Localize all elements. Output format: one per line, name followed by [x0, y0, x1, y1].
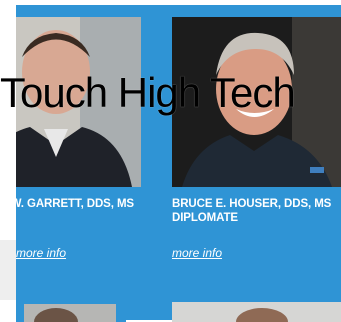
doctor-photo-row2-left[interactable] [16, 292, 126, 322]
left-edge-strip [0, 240, 16, 300]
doctor-name: BRUCE E. HOUSER, DDS, MS DIPLOMATE [172, 198, 332, 224]
doctor-card-garrett[interactable]: W. GARRETT, DDS, MS more info [16, 17, 141, 265]
doctor-photo-row2-right[interactable] [172, 292, 341, 322]
doctor-portrait-icon [16, 17, 141, 187]
doctor-portrait-icon [172, 17, 341, 187]
doctor-photo[interactable] [16, 17, 141, 187]
doctor-card-houser[interactable]: BRUCE E. HOUSER, DDS, MS DIPLOMATE more … [172, 17, 341, 265]
doctor-portrait-icon [172, 292, 341, 322]
doctor-photo[interactable] [172, 17, 341, 187]
more-info-link[interactable]: more info [16, 246, 66, 260]
doctor-name: W. GARRETT, DDS, MS [16, 198, 134, 210]
more-info-link[interactable]: more info [172, 246, 222, 260]
doctors-grid: W. GARRETT, DDS, MS more info BRUCE E. H… [16, 5, 341, 320]
doctor-portrait-icon [16, 292, 126, 322]
